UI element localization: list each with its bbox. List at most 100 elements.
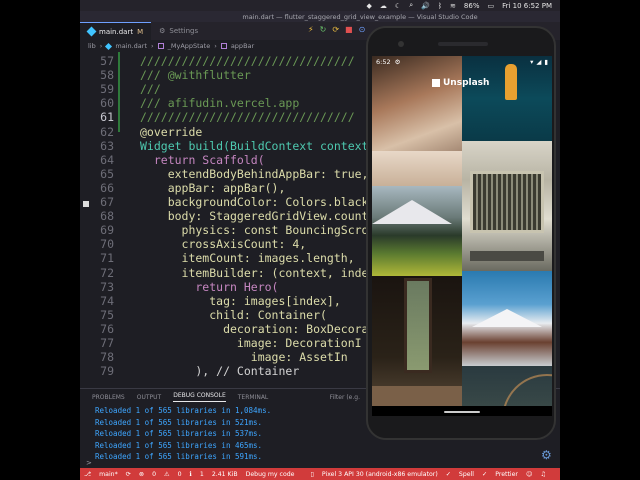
code-text: tag: images[index], [140,293,341,308]
console-prompt[interactable]: > [86,459,92,467]
photo-tile-rainbow[interactable] [462,366,552,411]
bluetooth-icon[interactable]: ᛒ [438,2,442,10]
tab-output[interactable]: OUTPUT [137,394,161,401]
dropbox-icon[interactable]: ◆ [367,2,372,10]
tab-settings[interactable]: ⚙ Settings [151,22,206,40]
debug-config[interactable]: Debug my code [246,471,295,478]
restart-icon[interactable]: ↻ [320,25,327,34]
inspect-icon[interactable]: ⊙ [359,25,366,34]
phone-speaker [438,42,488,46]
code-text: body: StaggeredGridView.countB [140,209,376,224]
line-number: 67 [100,195,114,209]
letterbox-right [560,0,640,480]
line-number: 65 [100,166,114,181]
spell-checker[interactable]: Spell [459,471,474,478]
photo-tile-mountains[interactable] [372,186,462,276]
git-branch[interactable]: main* [99,471,118,478]
chevron-right-icon: › [99,42,103,50]
prettier-status[interactable]: Prettier [495,471,518,478]
console-line: Reloaded 1 of 565 libraries in 465ms. [95,440,263,450]
letterbox-left [0,0,80,480]
console-filter-input[interactable]: Filter (e.g. [330,394,360,401]
code-text: physics: const BouncingScro [140,223,369,238]
line-number: 68 [100,209,114,224]
breadcrumb-item[interactable]: appBar [231,42,254,50]
line-number: 61 [100,110,114,125]
debug-toolbar: ⚡ ↻ ⟳ ■ ⊙ [308,25,365,34]
tab-terminal[interactable]: TERMINAL [238,394,269,401]
feedback-icon[interactable]: ☺ [526,471,532,478]
code-text: child: Container( [140,307,327,322]
moon-icon[interactable]: ☾ [395,2,401,10]
breadcrumb-item[interactable]: _MyAppState [168,42,211,50]
info-icon: ℹ [189,470,192,478]
warning-count[interactable]: 0 [178,471,182,478]
code-text: Widget build(BuildContext context [140,138,369,153]
code-text: /////////////////////////////// [140,54,355,68]
search-icon[interactable]: ⌕ [409,1,413,10]
code-text: return Scaffold( [140,152,265,167]
code-text: itemBuilder: (context, inde [140,265,369,280]
hot-reload-icon[interactable]: ⟳ [332,25,339,34]
battery-icon[interactable]: ▭ [487,2,494,10]
line-number: 57 [100,54,114,68]
breadcrumb-item[interactable]: main.dart [115,42,147,50]
phone-screen[interactable]: 6:52 ⚙ ▾ ◢ ▮ Unsplash [372,56,552,416]
photo-tile-car[interactable] [462,141,552,271]
info-count[interactable]: 1 [200,471,204,478]
line-number: 64 [100,152,114,167]
lightning-icon[interactable]: ⚡ [308,25,314,34]
cloud-icon[interactable]: ☁ [380,2,387,10]
stop-icon[interactable]: ■ [345,25,353,34]
android-status-bar: 6:52 ⚙ ▾ ◢ ▮ [372,56,552,68]
window-title: main.dart — flutter_staggered_grid_view_… [242,12,478,21]
code-text: ), // Container [140,364,300,379]
vscode-window: ◆ ☁ ☾ ⌕ 🔊 ᛒ ≋ 86% ▭ Fri 10 6:52 PM main.… [80,0,560,480]
code-text: @override [140,124,203,139]
error-count[interactable]: 0 [152,471,156,478]
code-text: return Hero( [140,279,279,294]
photo-tile-figure[interactable] [462,56,552,141]
code-text: image: AssetIn [140,350,348,365]
code-text: /// @withflutter [140,68,251,83]
volume-icon[interactable]: 🔊 [421,2,430,10]
code-text: /// afifudin.vercel.app [140,96,300,111]
line-number: 66 [100,180,114,195]
signal-icon: ◢ [536,58,542,66]
code-text: backgroundColor: Colors.black [140,195,369,209]
photo-tile-window[interactable] [372,276,462,411]
line-number: 76 [100,321,114,336]
tab-problems[interactable]: PROBLEMS [92,394,125,401]
line-number: 63 [100,138,114,153]
settings-icon: ⚙ [159,27,166,35]
home-gesture-pill[interactable] [444,411,480,413]
wifi-icon[interactable]: ≋ [450,2,456,10]
warning-icon: ⚠ [164,470,170,478]
device-selector[interactable]: Pixel 3 API 30 (android-x86 emulator) [322,471,438,478]
line-number: 73 [100,279,114,294]
check-icon: ✓ [445,470,451,478]
line-number: 78 [100,350,114,365]
line-number: 74 [100,293,114,308]
line-number: 59 [100,82,114,97]
photo-tile-hands[interactable] [372,56,462,186]
photo-tile-snowy-peaks[interactable] [462,271,552,366]
breadcrumb-item[interactable]: lib [88,42,96,50]
menubar-datetime[interactable]: Fri 10 6:52 PM [502,2,552,10]
tab-debug-console[interactable]: DEBUG CONSOLE [173,392,226,402]
app-title-text: Unsplash [443,78,490,88]
phone-camera [398,41,404,47]
dart-file-icon [105,42,113,50]
status-bar: ⎇ main* ⟳ ⊗ 0 ⚠ 0 ℹ 1 2.41 KiB Debug my … [80,468,560,480]
tab-label: Settings [169,27,199,35]
error-icon: ⊗ [138,470,145,478]
code-text: image: DecorationI [140,336,362,350]
sync-icon[interactable]: ⟳ [126,471,131,478]
settings-icon: ⚙ [394,58,401,66]
tab-main-dart[interactable]: main.dart M [80,22,152,40]
tab-label: main.dart [99,27,134,36]
bell-icon[interactable]: ♫ [540,471,546,478]
git-branch-icon: ⎇ [84,470,92,478]
line-number: 71 [100,251,114,266]
gear-icon[interactable]: ⚙ [541,448,552,462]
